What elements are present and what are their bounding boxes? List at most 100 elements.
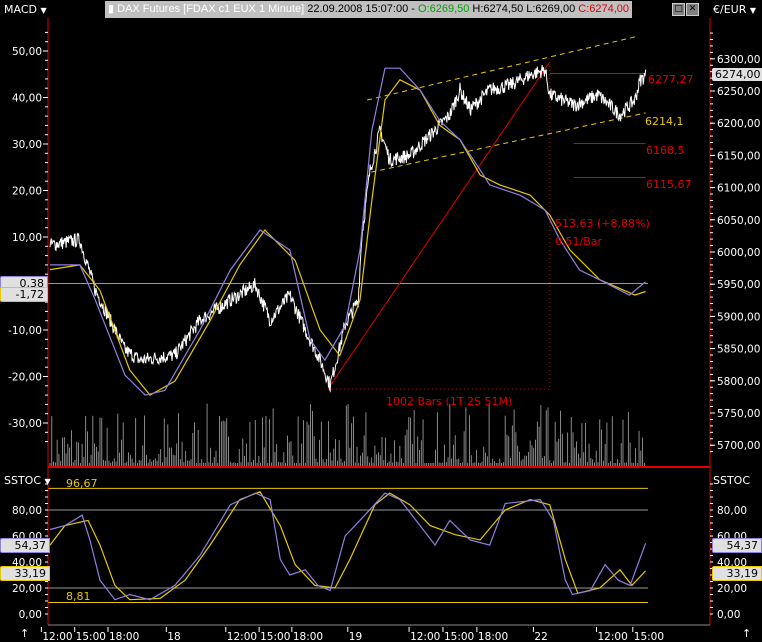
chart-title-bar: ▮ DAX Futures [FDAX c1 EUX 1 Minute] 22.… bbox=[105, 1, 633, 18]
measure-line bbox=[327, 61, 551, 390]
currency-menu[interactable]: €/EUR ▼ bbox=[713, 3, 756, 16]
scroll-right-arrow-icon[interactable]: ↑ bbox=[742, 627, 751, 640]
price-tick-label: 6000,00 bbox=[717, 247, 760, 259]
bars-value: 1002 Bars (1T 2S 51M) bbox=[386, 395, 513, 408]
macd-tick-label: -10,00 bbox=[8, 325, 42, 337]
price-tick-label: 5800,00 bbox=[717, 376, 760, 388]
macd-indicator-menu[interactable]: MACD ▼ bbox=[4, 3, 47, 16]
indicator-label: MACD bbox=[4, 3, 37, 16]
stoc-k-value: 54,37 bbox=[14, 539, 47, 552]
price-tick-label: 5950,00 bbox=[717, 279, 760, 291]
move-label: 513,63 (+8,88%) bbox=[555, 217, 650, 230]
macd-tick-label: -20,00 bbox=[8, 372, 42, 384]
stoc-lower-value: 8,81 bbox=[66, 590, 91, 603]
sstoc-right-label: SSTOC bbox=[713, 474, 751, 487]
stoc-tick-label: 80,00 bbox=[12, 505, 42, 517]
chart-canvas[interactable]: 6300,00 6250,00 6200,00 6150,00 6100,00 6050,… bbox=[0, 0, 762, 642]
stoc-lower-level: 8,81 bbox=[66, 590, 91, 603]
time-tick-label: 15:00 bbox=[76, 631, 106, 642]
trend-lines bbox=[327, 36, 646, 390]
stoc-d-line bbox=[49, 491, 647, 601]
maximize-button[interactable]: □ bbox=[672, 3, 685, 16]
sstoc-right-title: SSTOC bbox=[713, 474, 750, 487]
price-tick-label: 6200,00 bbox=[717, 118, 760, 130]
macd-line bbox=[50, 67, 646, 396]
volume-bars bbox=[49, 403, 645, 467]
time-tick-label: 15:00 bbox=[260, 631, 290, 642]
level-value-1: 6277,27 bbox=[648, 73, 694, 86]
last-price-value: 6274,00 bbox=[715, 68, 761, 81]
candle-icon: ▮ bbox=[108, 3, 115, 15]
price-tick-label: 6050,00 bbox=[717, 215, 760, 227]
time-tick-label: 18:00 bbox=[293, 631, 323, 642]
time-tick-label: 22 bbox=[534, 631, 547, 642]
close-icon: ✕ bbox=[688, 4, 697, 14]
price-tick-label: 6150,00 bbox=[717, 150, 760, 162]
macd-tick-label: 10,00 bbox=[12, 232, 42, 244]
macd-tick-label: -30,00 bbox=[8, 418, 42, 430]
time-tick-label: 12:00 bbox=[227, 631, 257, 642]
stoc-tick-label: 20,00 bbox=[12, 583, 42, 595]
high-value: H:6274,50 bbox=[472, 3, 524, 15]
stoc-series bbox=[49, 491, 647, 601]
macd-series bbox=[49, 67, 646, 396]
maximize-icon: □ bbox=[674, 4, 683, 14]
stoc-upper-value: 96,67 bbox=[66, 477, 98, 490]
stoc-k-label: 54,37 bbox=[0, 538, 50, 553]
open-value: O:6269,50 bbox=[417, 3, 470, 15]
sstoc-label: SSTOC bbox=[4, 474, 42, 487]
stoc-d-right-value: 33,19 bbox=[726, 567, 759, 580]
trend-level-label: 6214,1 bbox=[645, 115, 684, 128]
stoc-k-line bbox=[49, 492, 647, 601]
time-tick-label: 12:00 bbox=[42, 631, 72, 642]
time-tick-label: 12:00 bbox=[410, 631, 440, 642]
time-tick-label: 15:00 bbox=[634, 631, 664, 642]
bar-datetime: 22.09.2008 15:07:00 - bbox=[307, 3, 415, 15]
signal-value: -1,72 bbox=[15, 288, 44, 301]
low-value: L:6269,00 bbox=[526, 3, 576, 15]
stoc-tick-label: 0,00 bbox=[19, 609, 42, 621]
stoc-upper-level: 96,67 bbox=[66, 477, 98, 490]
stoc-k-right-value: 54,37 bbox=[726, 539, 759, 552]
macd-tick-label: 50,00 bbox=[12, 46, 42, 58]
price-tick-label: 5850,00 bbox=[717, 344, 760, 356]
level-label-2: 6168,5 bbox=[646, 144, 685, 157]
close-button[interactable]: ✕ bbox=[686, 3, 699, 16]
price-tick-label: 6300,00 bbox=[717, 54, 760, 66]
price-tick-label: 6250,00 bbox=[717, 86, 760, 98]
trend-channel-line bbox=[371, 112, 646, 173]
macd-tick-label: 20,00 bbox=[12, 186, 42, 198]
level-label-1: 6277,27 bbox=[648, 73, 694, 86]
time-tick-label: 18 bbox=[167, 631, 180, 642]
price-tick-label: 6100,00 bbox=[717, 183, 760, 195]
scroll-left-arrow-icon[interactable]: ↑ bbox=[20, 627, 29, 640]
time-tick-label: 15:00 bbox=[444, 631, 474, 642]
time-tick-label: 19 bbox=[349, 631, 362, 642]
macd-tick-label: 30,00 bbox=[12, 139, 42, 151]
sstoc-indicator-menu[interactable]: SSTOC ▼ bbox=[4, 474, 51, 487]
stoc-tick-label-right: 20,00 bbox=[717, 583, 747, 595]
close-value: C:6274,00 bbox=[578, 3, 630, 15]
chevron-down-icon: ▼ bbox=[44, 477, 51, 486]
chevron-down-icon: ▼ bbox=[40, 6, 47, 15]
stoc-d-value: 33,19 bbox=[14, 567, 47, 580]
price-tick-label: 5700,00 bbox=[717, 440, 760, 452]
signal-value-label: -1,72 bbox=[0, 287, 48, 302]
level-value-2: 6168,5 bbox=[646, 144, 685, 157]
last-price-label: 6274,00 bbox=[712, 68, 762, 81]
stoc-d-right-label: 33,19 bbox=[712, 566, 762, 581]
stoc-tick-label-right: 0,00 bbox=[717, 609, 740, 621]
macd-tick-label: 40,00 bbox=[12, 93, 42, 105]
rate-label: 0,51/Bar bbox=[555, 235, 602, 248]
trend-level-value: 6214,1 bbox=[645, 115, 684, 128]
stoc-tick-label-right: 80,00 bbox=[717, 505, 747, 517]
axes: 6300,00 6250,00 6200,00 6150,00 6100,00 6050,… bbox=[8, 18, 760, 642]
bars-label: 1002 Bars (1T 2S 51M) bbox=[386, 395, 512, 408]
time-tick-label: 12:00 bbox=[597, 631, 627, 642]
price-tick-label: 5900,00 bbox=[717, 311, 760, 323]
move-value: 513,63 (+8,88%) bbox=[555, 217, 650, 230]
stoc-k-right-label: 54,37 bbox=[712, 538, 762, 553]
chevron-down-icon: ▼ bbox=[749, 6, 757, 15]
time-tick-label: 18:00 bbox=[109, 631, 139, 642]
instrument-name: DAX Futures [FDAX c1 EUX 1 Minute] bbox=[117, 3, 305, 15]
